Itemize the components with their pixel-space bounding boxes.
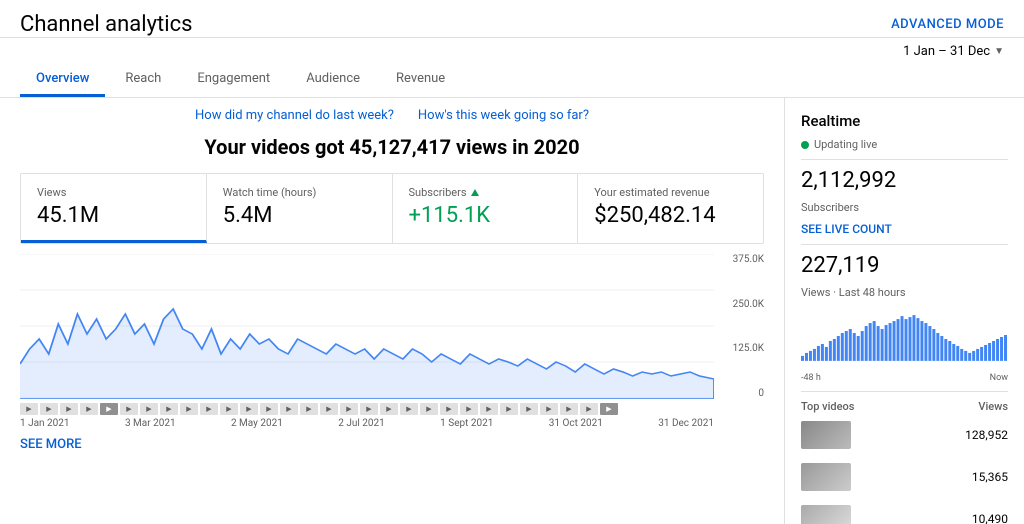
question-link-last-week[interactable]: How did my channel do last week?: [195, 108, 394, 123]
thumb-item: ▶: [560, 403, 578, 415]
thumb-item: ▶: [300, 403, 318, 415]
thumb-item: ▶: [280, 403, 298, 415]
main-content: How did my channel do last week? How's t…: [0, 98, 1024, 524]
thumb-item: ▶: [400, 403, 418, 415]
x-axis-labels: 1 Jan 2021 3 Mar 2021 2 May 2021 2 Jul 2…: [20, 418, 764, 429]
thumb-item: ▶: [80, 403, 98, 415]
left-panel: How did my channel do last week? How's t…: [0, 98, 784, 524]
stat-label-revenue: Your estimated revenue: [594, 186, 747, 199]
top-video-views: 10,490: [859, 512, 1008, 524]
realtime-chart-labels: -48 h Now: [801, 373, 1008, 383]
chart-svg: [20, 254, 714, 399]
thumb-item: ▶: [500, 403, 518, 415]
thumb-item: ▶: [440, 403, 458, 415]
stat-card-watchtime[interactable]: Watch time (hours) 5.4M: [207, 174, 393, 243]
stat-value-subscribers: +115.1K: [409, 203, 562, 228]
thumbnail-strip: ▶ ▶ ▶ ▶ ▶ ▶ ▶ ▶ ▶ ▶ ▶ ▶ ▶ ▶ ▶ ▶ ▶ ▶ ▶ ▶: [20, 403, 764, 415]
realtime-subscribers-label: Subscribers: [801, 201, 1008, 214]
updating-live: Updating live: [801, 138, 1008, 151]
stat-value-views: 45.1M: [37, 203, 190, 228]
thumb-item: ▶: [240, 403, 258, 415]
divider: [801, 159, 1008, 160]
tab-reach[interactable]: Reach: [109, 63, 177, 97]
thumb-item: ▶: [580, 403, 598, 415]
stats-row: Views 45.1M Watch time (hours) 5.4M Subs…: [20, 173, 764, 244]
thumb-item: ▶: [380, 403, 398, 415]
chart-y-labels: 375.0K 250.0K 125.0K 0: [716, 254, 764, 399]
tab-audience[interactable]: Audience: [290, 63, 376, 97]
thumb-item: ▶: [20, 403, 38, 415]
thumb-item: ▶: [60, 403, 78, 415]
thumb-play-item[interactable]: ▶: [100, 403, 118, 415]
top-video-thumbnail: [801, 463, 851, 491]
thumb-item: ▶: [520, 403, 538, 415]
top-video-row: 10,490: [801, 505, 1008, 524]
divider: [801, 244, 1008, 245]
advanced-mode-button[interactable]: ADVANCED MODE: [891, 17, 1004, 32]
question-links: How did my channel do last week? How's t…: [20, 108, 764, 123]
realtime-subscribers-value: 2,112,992: [801, 168, 1008, 193]
thumb-item: ▶: [540, 403, 558, 415]
chart-area: 375.0K 250.0K 125.0K 0: [20, 254, 764, 399]
stat-label-views: Views: [37, 186, 190, 199]
headline: Your videos got 45,127,417 views in 2020: [20, 135, 764, 159]
thumb-item: ▶: [140, 403, 158, 415]
divider: [801, 391, 1008, 392]
thumb-item: ▶: [160, 403, 178, 415]
nav-tabs: Overview Reach Engagement Audience Reven…: [0, 63, 1024, 98]
thumb-item: ▶: [180, 403, 198, 415]
see-more-button[interactable]: SEE MORE: [20, 437, 82, 452]
top-videos-header: Top videos Views: [801, 400, 1008, 413]
thumb-item: ▶: [420, 403, 438, 415]
realtime-panel: Realtime Updating live 2,112,992 Subscri…: [784, 98, 1024, 524]
realtime-views-label: Views · Last 48 hours: [801, 286, 1008, 299]
thumb-item: ▶: [260, 403, 278, 415]
top-video-thumbnail: [801, 421, 851, 449]
stat-card-subscribers[interactable]: Subscribers +115.1K: [393, 174, 579, 243]
date-range-label: 1 Jan – 31 Dec: [903, 44, 990, 59]
top-video-views: 128,952: [859, 428, 1008, 442]
realtime-chart: [801, 311, 1008, 361]
realtime-views-value: 227,119: [801, 253, 1008, 278]
stat-label-watchtime: Watch time (hours): [223, 186, 376, 199]
page-title: Channel analytics: [20, 12, 192, 37]
see-live-count-button[interactable]: SEE LIVE COUNT: [801, 222, 1008, 236]
tab-engagement[interactable]: Engagement: [181, 63, 286, 97]
live-dot-icon: [801, 141, 809, 149]
tab-overview[interactable]: Overview: [20, 63, 105, 97]
thumb-item: ▶: [360, 403, 378, 415]
realtime-title: Realtime: [801, 112, 1008, 130]
thumb-item: ▶: [480, 403, 498, 415]
thumb-item: ▶: [200, 403, 218, 415]
chevron-down-icon: ▼: [994, 46, 1004, 57]
thumb-item: ▶: [320, 403, 338, 415]
thumb-item: ▶: [40, 403, 58, 415]
tab-revenue[interactable]: Revenue: [380, 63, 461, 97]
date-selector[interactable]: 1 Jan – 31 Dec ▼: [0, 38, 1024, 59]
stat-card-revenue[interactable]: Your estimated revenue $250,482.14: [578, 174, 763, 243]
thumb-item: ▶: [120, 403, 138, 415]
question-link-this-week[interactable]: How's this week going so far?: [418, 108, 589, 123]
stat-label-subscribers: Subscribers: [409, 186, 562, 199]
header: Channel analytics ADVANCED MODE: [0, 0, 1024, 38]
thumb-play-item[interactable]: ▶: [600, 403, 618, 415]
stat-value-watchtime: 5.4M: [223, 203, 376, 228]
thumb-item: ▶: [340, 403, 358, 415]
thumb-item: ▶: [460, 403, 478, 415]
stat-card-views[interactable]: Views 45.1M: [21, 174, 207, 243]
top-video-row: 15,365: [801, 463, 1008, 491]
top-video-thumbnail: [801, 505, 851, 524]
triangle-up-icon: [471, 189, 479, 196]
thumb-item: ▶: [220, 403, 238, 415]
top-video-views: 15,365: [859, 470, 1008, 484]
stat-value-revenue: $250,482.14: [594, 203, 747, 228]
top-video-row: 128,952: [801, 421, 1008, 449]
